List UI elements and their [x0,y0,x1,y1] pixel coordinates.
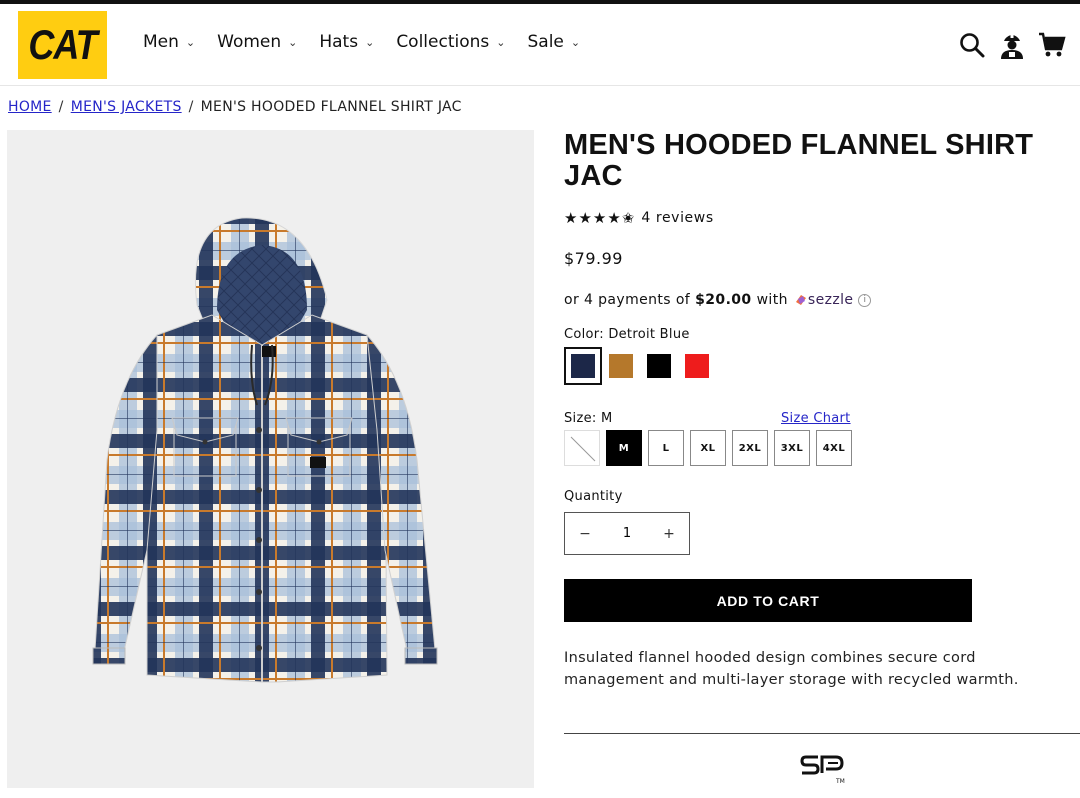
product-image[interactable] [7,130,534,788]
divider [564,733,1080,734]
sezzle-icon [795,295,806,305]
swatch-color [571,354,595,378]
size-m-button[interactable]: M [606,430,642,466]
nav-label: Collections [396,32,490,52]
product-info: MEN'S HOODED FLANNEL SHIRT JAC ★★★★✬ 4 r… [564,129,1080,785]
nav-item-collections[interactable]: Collections ⌄ [396,32,505,52]
unavailable-slash-icon [570,436,596,462]
breadcrumb-current: MEN'S HOODED FLANNEL SHIRT JAC [200,99,462,115]
account-icon[interactable] [998,30,1026,60]
main-nav: Men ⌄ Women ⌄ Hats ⌄ Collections ⌄ Sale … [143,32,602,52]
quantity-stepper: − + [564,512,690,555]
header-icons [958,30,1066,60]
chevron-down-icon: ⌄ [365,35,375,49]
tech-logo: SP TM [800,754,846,794]
color-label: Color: Detroit Blue [564,327,690,342]
cart-icon[interactable] [1038,30,1066,60]
search-icon[interactable] [958,30,986,60]
breadcrumb: HOME / MEN'S JACKETS / MEN'S HOODED FLAN… [8,99,462,115]
flannel-jacket-image [92,217,438,683]
size-label: Size: M [564,411,613,426]
nav-item-sale[interactable]: Sale ⌄ [527,32,580,52]
swatch-black[interactable] [640,347,678,385]
quantity-increase-button[interactable]: + [649,513,689,554]
nav-label: Men [143,32,179,52]
rating[interactable]: ★★★★✬ 4 reviews [564,209,714,227]
swatch-brown[interactable] [602,347,640,385]
quantity-decrease-button[interactable]: − [565,513,605,554]
sezzle-brand: sezzle [807,292,854,308]
size-options: S M L XL 2XL 3XL 4XL [564,430,852,466]
product-title: MEN'S HOODED FLANNEL SHIRT JAC [564,129,1034,192]
add-to-cart-button[interactable]: ADD TO CART [564,579,972,622]
swatch-red[interactable] [678,347,716,385]
nav-item-hats[interactable]: Hats ⌄ [319,32,374,52]
nav-item-men[interactable]: Men ⌄ [143,32,195,52]
chevron-down-icon: ⌄ [185,35,196,49]
size-xl-button[interactable]: XL [690,430,726,466]
breadcrumb-home[interactable]: HOME [8,99,52,115]
swatch-color [685,354,709,378]
breadcrumb-separator: / [188,99,194,115]
sezzle-prefix: or 4 payments of [564,292,691,308]
chevron-down-icon: ⌄ [496,35,506,49]
size-4xl-button[interactable]: 4XL [816,430,852,466]
sezzle-amount: $20.00 [695,292,752,308]
sezzle-installments: or 4 payments of $20.00 with sezzle i [564,292,872,308]
sezzle-logo: sezzle [794,292,854,308]
rating-stars: ★★★★✬ [564,209,636,227]
quantity-label: Quantity [564,489,623,504]
product-price: $79.99 [564,249,623,268]
quantity-input[interactable] [607,526,647,541]
size-3xl-button[interactable]: 3XL [774,430,810,466]
breadcrumb-separator: / [58,99,64,115]
swatch-detroit-blue[interactable] [564,347,602,385]
reviews-count: 4 reviews [641,210,714,226]
nav-label: Hats [319,32,359,52]
site-header: CAT Men ⌄ Women ⌄ Hats ⌄ Collections ⌄ S… [0,4,1080,86]
swatch-color [647,354,671,378]
nav-label: Women [217,32,282,52]
nav-label: Sale [527,32,564,52]
size-l-button[interactable]: L [648,430,684,466]
swatch-color [609,354,633,378]
size-chart-link[interactable]: Size Chart [781,411,851,426]
size-2xl-button[interactable]: 2XL [732,430,768,466]
product-description: Insulated flannel hooded design combines… [564,650,1019,688]
sezzle-with: with [756,292,788,308]
size-s-button[interactable]: S [564,430,600,466]
tech-logo-mark: TM [836,778,845,785]
logo-text: CAT [28,20,97,69]
info-icon[interactable]: i [858,293,872,307]
cat-logo[interactable]: CAT [18,11,107,79]
chevron-down-icon: ⌄ [288,35,298,49]
nav-item-women[interactable]: Women ⌄ [217,32,297,52]
chevron-down-icon: ⌄ [570,35,581,49]
breadcrumb-category[interactable]: MEN'S JACKETS [71,99,182,115]
color-swatches [564,347,716,385]
